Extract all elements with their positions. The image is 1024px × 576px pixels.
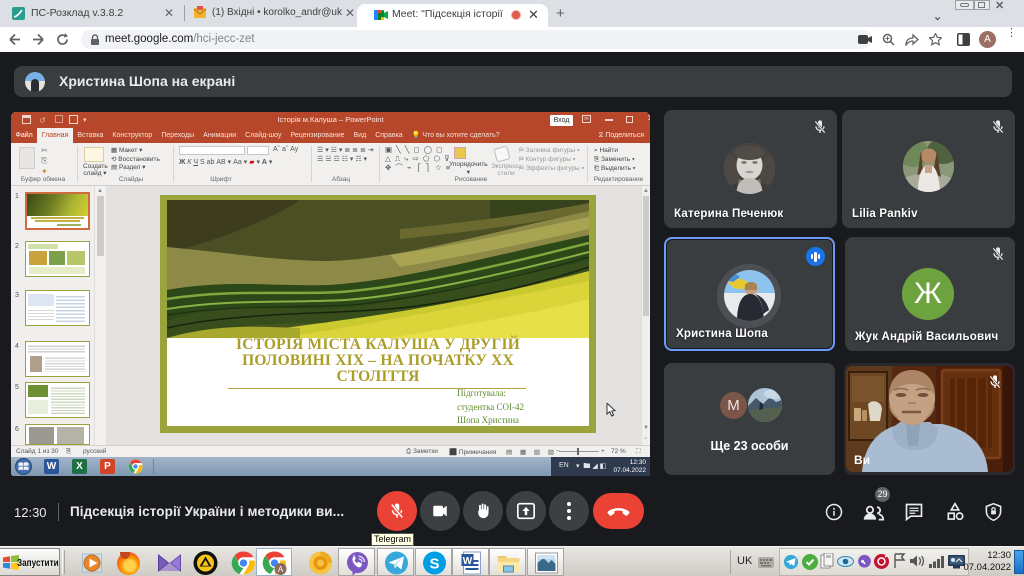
svg-text:S: S [429, 556, 439, 573]
svg-text:W: W [463, 556, 473, 567]
svg-text:A: A [278, 565, 284, 574]
